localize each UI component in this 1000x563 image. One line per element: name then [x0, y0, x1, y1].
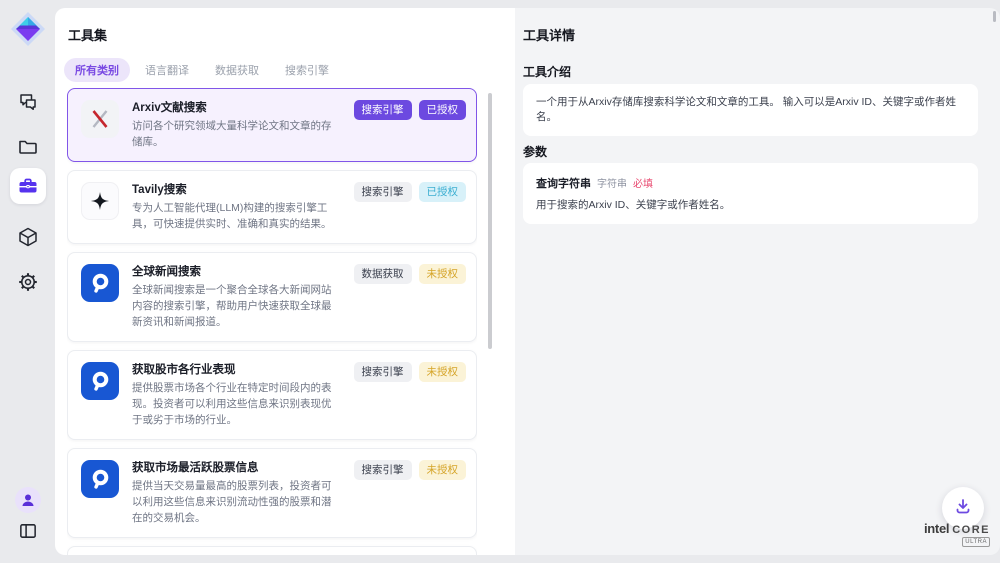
tool-card-global-news[interactable]: 全球新闻搜索 全球新闻搜索是一个聚合全球各大新闻网站内容的搜索引擎，帮助用户快速… [67, 252, 477, 342]
tool-description: 提供当天交易量最高的股票列表，投资者可以利用这些信息来识别流动性强的股票和潜在的… [132, 478, 341, 526]
user-icon [15, 487, 41, 513]
gear-icon [10, 264, 46, 300]
intro-text-box: 一个用于从Arxiv存储库搜索科学论文和文章的工具。 输入可以是Arxiv ID… [523, 84, 978, 136]
arxiv-icon [81, 100, 119, 138]
tool-description: 专为人工智能代理(LLM)构建的搜索引擎工具，可快速提供实时、准确和真实的结果。 [132, 200, 341, 232]
chat-icon [10, 84, 46, 120]
intel-core-logo: intel CORE ULTRA [924, 521, 990, 547]
detail-title: 工具详情 [523, 25, 575, 44]
auth-status-badge: 已授权 [419, 182, 467, 202]
tool-card-tavily[interactable]: Tavily搜索 专为人工智能代理(LLM)构建的搜索引擎工具，可快速提供实时、… [67, 170, 477, 244]
app-logo [0, 10, 55, 48]
nav-models[interactable] [0, 219, 55, 255]
detail-scrollbar[interactable] [993, 11, 996, 22]
user-avatar[interactable] [0, 487, 55, 513]
juhe-q-icon [81, 362, 119, 400]
toolset-title: 工具集 [68, 25, 107, 44]
auth-status-badge: 未授权 [419, 460, 467, 480]
param-required-flag: 必填 [633, 175, 653, 190]
category-badge: 搜索引擎 [354, 100, 412, 120]
category-badge: 数据获取 [354, 264, 412, 284]
tab-all-categories[interactable]: 所有类别 [64, 58, 130, 82]
params-heading: 参数 [523, 143, 547, 160]
toolset-panel: 工具集 所有类别 语言翻译 数据获取 搜索引擎 Arxiv文献搜索 访问各个研究… [55, 8, 515, 555]
tab-translation[interactable]: 语言翻译 [134, 58, 200, 82]
diamond-logo-icon [9, 10, 47, 48]
param-card: 查询字符串 字符串 必填 用于搜索的Arxiv ID、关键字或作者姓名。 [523, 163, 978, 224]
list-scrollbar[interactable] [488, 93, 492, 349]
tavily-star-icon [81, 182, 119, 220]
tool-list: Arxiv文献搜索 访问各个研究领域大量科学论文和文章的存储库。 搜索引擎 已授… [67, 88, 477, 555]
tool-name: Tavily搜索 [132, 182, 341, 198]
cube-icon [10, 219, 46, 255]
core-wordmark: CORE [952, 524, 990, 536]
category-badge: 搜索引擎 [354, 362, 412, 382]
app-window: 工具集 所有类别 语言翻译 数据获取 搜索引擎 Arxiv文献搜索 访问各个研究… [55, 8, 1000, 555]
tool-card-active-stocks[interactable]: 获取市场最活跃股票信息 提供当天交易量最高的股票列表，投资者可以利用这些信息来识… [67, 448, 477, 538]
tab-search-engine[interactable]: 搜索引擎 [274, 58, 340, 82]
panel-toggle-icon [18, 521, 38, 546]
tool-description: 提供股票市场各个行业在特定时间段内的表现。投资者可以利用这些信息来识别表现优于或… [132, 380, 341, 428]
tab-data-fetch[interactable]: 数据获取 [204, 58, 270, 82]
category-badge: 搜索引擎 [354, 182, 412, 202]
tool-name: 获取股市各行业表现 [132, 362, 341, 378]
nav-toolbox[interactable] [0, 168, 55, 204]
tool-description: 全球新闻搜索是一个聚合全球各大新闻网站内容的搜索引擎，帮助用户快速获取全球最新资… [132, 282, 341, 330]
category-tabs: 所有类别 语言翻译 数据获取 搜索引擎 [64, 58, 340, 82]
tool-name: 获取市场最活跃股票信息 [132, 460, 341, 476]
param-name: 查询字符串 [536, 175, 591, 191]
nav-chat[interactable] [0, 84, 55, 120]
nav-settings[interactable] [0, 264, 55, 300]
folder-icon [10, 129, 46, 165]
download-icon [954, 497, 972, 520]
param-type: 字符串 [597, 175, 627, 190]
tool-card-sector-performance[interactable]: 获取股市各行业表现 提供股票市场各个行业在特定时间段内的表现。投资者可以利用这些… [67, 350, 477, 440]
tool-name: 全球新闻搜索 [132, 264, 341, 280]
auth-status-badge: 未授权 [419, 362, 467, 382]
nav-files[interactable] [0, 129, 55, 165]
juhe-q-icon [81, 264, 119, 302]
juhe-q-icon [81, 460, 119, 498]
toolbox-icon [10, 168, 46, 204]
auth-status-badge: 未授权 [419, 264, 467, 284]
tool-description: 访问各个研究领域大量科学论文和文章的存储库。 [132, 118, 341, 150]
left-rail [0, 0, 55, 563]
param-description: 用于搜索的Arxiv ID、关键字或作者姓名。 [536, 198, 965, 212]
auth-status-badge: 已授权 [419, 100, 467, 120]
tool-name: Arxiv文献搜索 [132, 100, 341, 116]
panel-toggle-button[interactable] [0, 521, 55, 546]
intro-heading: 工具介绍 [523, 63, 571, 80]
ultra-badge: ULTRA [962, 537, 990, 547]
tool-card-regional-news[interactable]: 万维地区新闻查询 查询具体行政区划内的新闻，快速了解各地新闻动 搜索引擎 未授权 [67, 546, 477, 555]
category-badge: 搜索引擎 [354, 460, 412, 480]
tool-card-arxiv[interactable]: Arxiv文献搜索 访问各个研究领域大量科学论文和文章的存储库。 搜索引擎 已授… [67, 88, 477, 162]
intel-wordmark: intel [924, 521, 949, 536]
tool-detail-panel: 工具详情 工具介绍 一个用于从Arxiv存储库搜索科学论文和文章的工具。 输入可… [515, 8, 1000, 555]
